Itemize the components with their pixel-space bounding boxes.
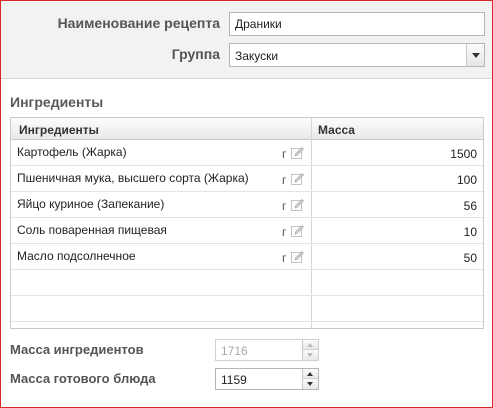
- dish-mass-value[interactable]: 1159: [221, 373, 247, 387]
- ingredient-mass[interactable]: 100: [457, 173, 477, 187]
- table-row[interactable]: Пшеничная мука, высшего сорта (Жарка) г 10…: [11, 166, 483, 192]
- table-header: Ингредиенты Масса: [11, 118, 483, 140]
- recipe-name-label: Наименование рецепта: [57, 15, 220, 31]
- ingredient-unit: г: [282, 147, 287, 161]
- column-header-ingredients[interactable]: Ингредиенты: [19, 123, 99, 137]
- ingredients-mass-spinner: 1716: [215, 339, 319, 361]
- group-select-value: Закуски: [235, 49, 279, 63]
- dish-mass-label: Масса готового блюда: [10, 371, 156, 386]
- table-row[interactable]: Соль поваренная пищевая г 10: [11, 218, 483, 244]
- ingredient-mass[interactable]: 50: [464, 251, 477, 265]
- table-row[interactable]: Масло подсолнечное г 50: [11, 244, 483, 270]
- edit-icon[interactable]: [290, 198, 305, 213]
- column-header-mass[interactable]: Масса: [318, 123, 355, 137]
- spin-down-icon[interactable]: [303, 379, 318, 389]
- dish-mass-spinner[interactable]: 1159: [215, 368, 319, 390]
- ingredient-name: Пшеничная мука, высшего сорта (Жарка): [17, 171, 249, 185]
- ingredients-section-title: Ингредиенты: [10, 94, 104, 110]
- ingredient-name: Картофель (Жарка): [17, 145, 127, 159]
- ingredient-name: Масло подсолнечное: [17, 249, 136, 263]
- ingredient-name: Яйцо куриное (Запекание): [17, 197, 165, 211]
- edit-icon[interactable]: [290, 250, 305, 265]
- group-label: Группа: [171, 46, 220, 62]
- ingredient-unit: г: [282, 225, 287, 239]
- empty-table-row[interactable]: [11, 296, 483, 322]
- chevron-down-icon[interactable]: [466, 44, 484, 66]
- ingredient-unit: г: [282, 251, 287, 265]
- spin-up-icon: [303, 340, 318, 350]
- ingredients-mass-value: 1716: [221, 344, 248, 358]
- recipe-header-panel: Наименование рецепта Группа Закуски: [1, 1, 492, 79]
- ingredient-name: Соль поваренная пищевая: [17, 223, 167, 237]
- group-select[interactable]: Закуски: [229, 43, 485, 67]
- table-row[interactable]: Картофель (Жарка) г 1500: [11, 140, 483, 166]
- edit-icon[interactable]: [290, 146, 305, 161]
- dish-mass-spin-buttons: [302, 369, 318, 389]
- ingredient-unit: г: [282, 199, 287, 213]
- empty-table-row[interactable]: [11, 322, 483, 328]
- spin-down-icon: [303, 350, 318, 360]
- ingredients-mass-label: Масса ингредиентов: [10, 342, 144, 357]
- recipe-name-input[interactable]: [229, 12, 485, 36]
- ingredient-mass[interactable]: 10: [464, 225, 477, 239]
- edit-icon[interactable]: [290, 172, 305, 187]
- spin-up-icon[interactable]: [303, 369, 318, 379]
- edit-icon[interactable]: [290, 224, 305, 239]
- ingredients-mass-spin-buttons: [302, 340, 318, 360]
- ingredient-unit: г: [282, 173, 287, 187]
- ingredient-mass[interactable]: 56: [464, 199, 477, 213]
- empty-table-row[interactable]: [11, 270, 483, 296]
- ingredient-mass[interactable]: 1500: [450, 147, 477, 161]
- ingredients-table: Ингредиенты Масса Картофель (Жарка) г 1500…: [10, 117, 484, 329]
- table-row[interactable]: Яйцо куриное (Запекание) г 56: [11, 192, 483, 218]
